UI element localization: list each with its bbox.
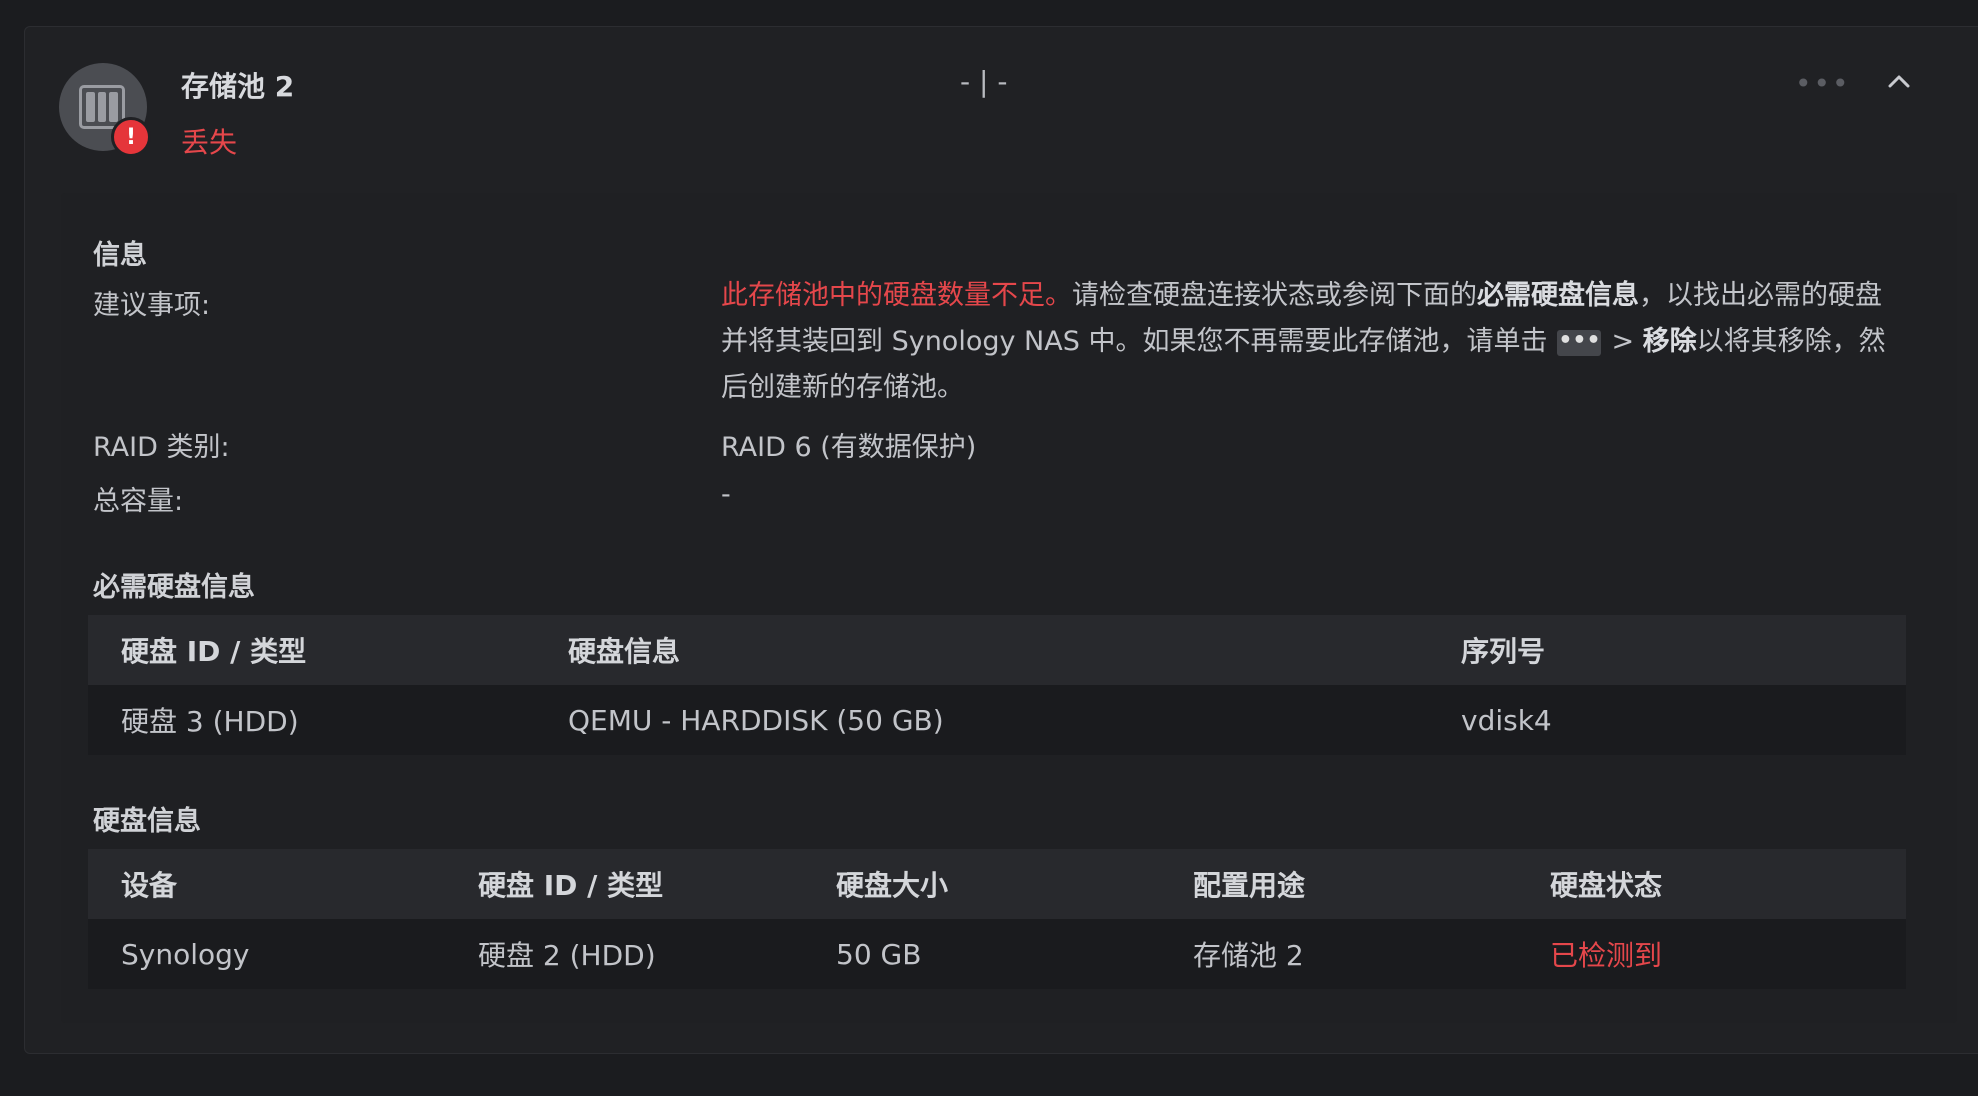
table-cell: Synology	[121, 937, 250, 971]
raid-type-label: RAID 类别:	[93, 432, 230, 463]
column-header: 硬盘信息	[568, 635, 681, 668]
advice-arrow: >	[1611, 326, 1635, 357]
column-header: 硬盘大小	[836, 869, 949, 902]
table-cell: 硬盘 2 (HDD)	[478, 939, 656, 972]
table-cell: 存储池 2	[1193, 939, 1304, 972]
pool-usage: - | -	[960, 65, 1008, 98]
table-cell: vdisk4	[1461, 703, 1552, 737]
total-capacity-label: 总容量:	[93, 486, 184, 517]
more-dots-icon[interactable]: •••	[1795, 67, 1851, 100]
total-capacity-value: -	[721, 479, 731, 510]
table-cell: QEMU - HARDDISK (50 GB)	[568, 703, 944, 737]
pool-status: 丢失	[181, 126, 238, 159]
required-disk-info-link-text: 必需硬盘信息	[1477, 280, 1639, 311]
disk-status-cell: 已检测到	[1550, 939, 1663, 972]
table-row[interactable]: Synology 硬盘 2 (HDD) 50 GB 存储池 2 已检测到	[88, 919, 1906, 989]
table-row[interactable]: 硬盘 3 (HDD) QEMU - HARDDISK (50 GB) vdisk…	[88, 685, 1906, 755]
table-header: 设备 硬盘 ID / 类型 硬盘大小 配置用途 硬盘状态	[88, 849, 1906, 919]
advice-text: 此存储池中的硬盘数量不足。请检查硬盘连接状态或参阅下面的必需硬盘信息，以找出必需…	[721, 273, 1901, 411]
required-disks-section-title: 必需硬盘信息	[93, 572, 255, 603]
column-header: 设备	[121, 869, 178, 902]
storage-pool-panel: ! 存储池 2 丢失 - | - ••• 信息 建议事项: 此存储池中的硬盘数量…	[24, 26, 1978, 1054]
advice-label: 建议事项:	[93, 290, 211, 321]
raid-type-value: RAID 6 (有数据保护)	[721, 432, 977, 463]
table-cell: 50 GB	[836, 937, 922, 971]
column-header: 硬盘 ID / 类型	[478, 869, 664, 902]
table-header: 硬盘 ID / 类型 硬盘信息 序列号	[88, 615, 1906, 685]
column-header: 序列号	[1461, 635, 1546, 668]
column-header: 配置用途	[1193, 869, 1306, 902]
exclamation-icon: !	[111, 117, 151, 157]
column-header: 硬盘 ID / 类型	[121, 635, 307, 668]
pool-title: 存储池 2	[181, 70, 295, 103]
chevron-up-icon[interactable]	[1881, 63, 1917, 99]
column-header: 硬盘状态	[1550, 869, 1663, 902]
remove-action-text: 移除	[1642, 326, 1697, 357]
disk-info-table: 设备 硬盘 ID / 类型 硬盘大小 配置用途 硬盘状态 Synology 硬盘…	[88, 849, 1906, 989]
required-disks-table: 硬盘 ID / 类型 硬盘信息 序列号 硬盘 3 (HDD) QEMU - HA…	[88, 615, 1906, 755]
more-dots-inline-icon: •••	[1557, 329, 1602, 356]
info-section-title: 信息	[93, 240, 147, 271]
advice-warning: 此存储池中的硬盘数量不足。	[721, 280, 1072, 311]
disk-info-section-title: 硬盘信息	[93, 806, 201, 837]
table-cell: 硬盘 3 (HDD)	[121, 705, 299, 738]
advice-text-part: 请检查硬盘连接状态或参阅下面的	[1072, 280, 1477, 311]
